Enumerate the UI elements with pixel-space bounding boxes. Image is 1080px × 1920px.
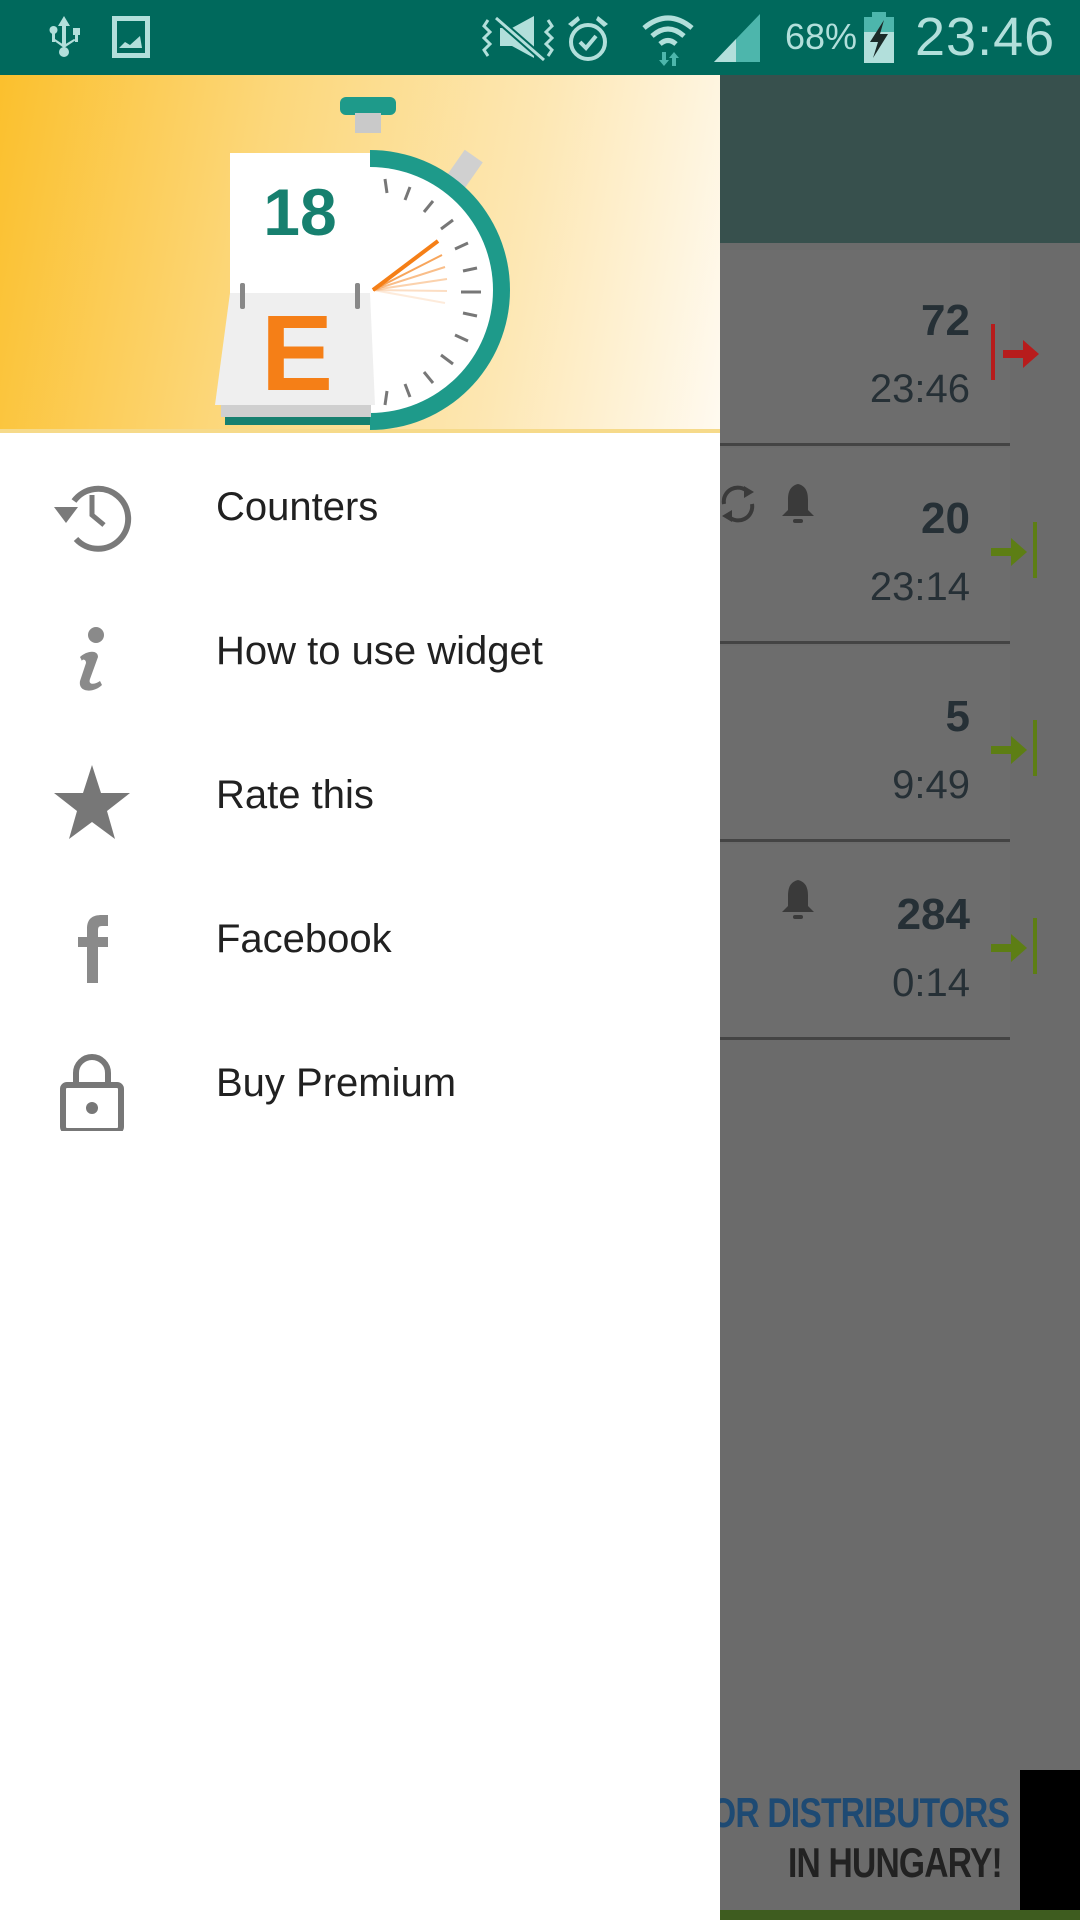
exit-arrow-icon[interactable] (985, 322, 1045, 387)
info-icon (52, 619, 132, 699)
status-bar: 68% 23:46 (0, 0, 1080, 75)
alarm-icon (564, 12, 612, 69)
counter-time: 23:14 (869, 565, 970, 609)
counter-time: 0:14 (892, 961, 970, 1005)
ad-text-line2: IN HUNGARY! (788, 1839, 1003, 1886)
lock-icon (52, 1051, 132, 1134)
usb-icon (44, 12, 84, 67)
facebook-icon (52, 907, 132, 987)
menu-label: How to use widget (216, 629, 543, 673)
enter-arrow-icon[interactable] (985, 718, 1045, 783)
ad-banner[interactable]: OR DISTRIBUTORS IN HUNGARY! (700, 1775, 1020, 1920)
menu-item-buy-premium[interactable]: Buy Premium (0, 1013, 720, 1157)
enter-arrow-icon[interactable] (985, 916, 1045, 981)
drawer-menu: Counters How to use widget Rate this Fac… (0, 437, 720, 1157)
navigation-drawer: 18 E Counters How to use widget Rate thi… (0, 75, 720, 1920)
ad-text-line1: OR DISTRIBUTORS (710, 1789, 1010, 1836)
logo-number: 18 (263, 175, 336, 249)
menu-label: Facebook (216, 917, 392, 961)
counter-count: 72 (921, 296, 970, 345)
battery-percent: 68% (785, 16, 858, 57)
star-icon (52, 763, 132, 843)
counter-count: 20 (921, 494, 970, 543)
menu-item-counters[interactable]: Counters (0, 437, 720, 581)
counter-time: 9:49 (892, 763, 970, 807)
ad-close-area (1020, 1770, 1080, 1920)
bell-icon (778, 482, 818, 531)
menu-label: Buy Premium (216, 1061, 457, 1105)
wifi-icon (640, 12, 696, 73)
history-icon (52, 475, 132, 555)
menu-label: Rate this (216, 773, 374, 817)
vibrate-mute-icon (481, 12, 555, 67)
menu-item-facebook[interactable]: Facebook (0, 869, 720, 1013)
counter-time: 23:46 (869, 367, 970, 411)
battery-charging-icon (862, 12, 896, 69)
counter-count: 284 (896, 890, 970, 939)
cell-signal-icon (712, 12, 762, 69)
counter-count: 5 (945, 692, 970, 741)
logo-letter: E (261, 292, 333, 413)
repeat-icon (718, 482, 758, 531)
clock: 23:46 (915, 7, 1056, 67)
menu-item-how-to-use-widget[interactable]: How to use widget (0, 581, 720, 725)
gallery-icon (110, 12, 152, 65)
app-logo-icon: 18 E (215, 97, 510, 430)
bell-icon (778, 878, 818, 927)
drawer-header: 18 E (0, 75, 720, 433)
menu-label: Counters (216, 485, 379, 529)
menu-item-rate-this[interactable]: Rate this (0, 725, 720, 869)
enter-arrow-icon[interactable] (985, 520, 1045, 585)
